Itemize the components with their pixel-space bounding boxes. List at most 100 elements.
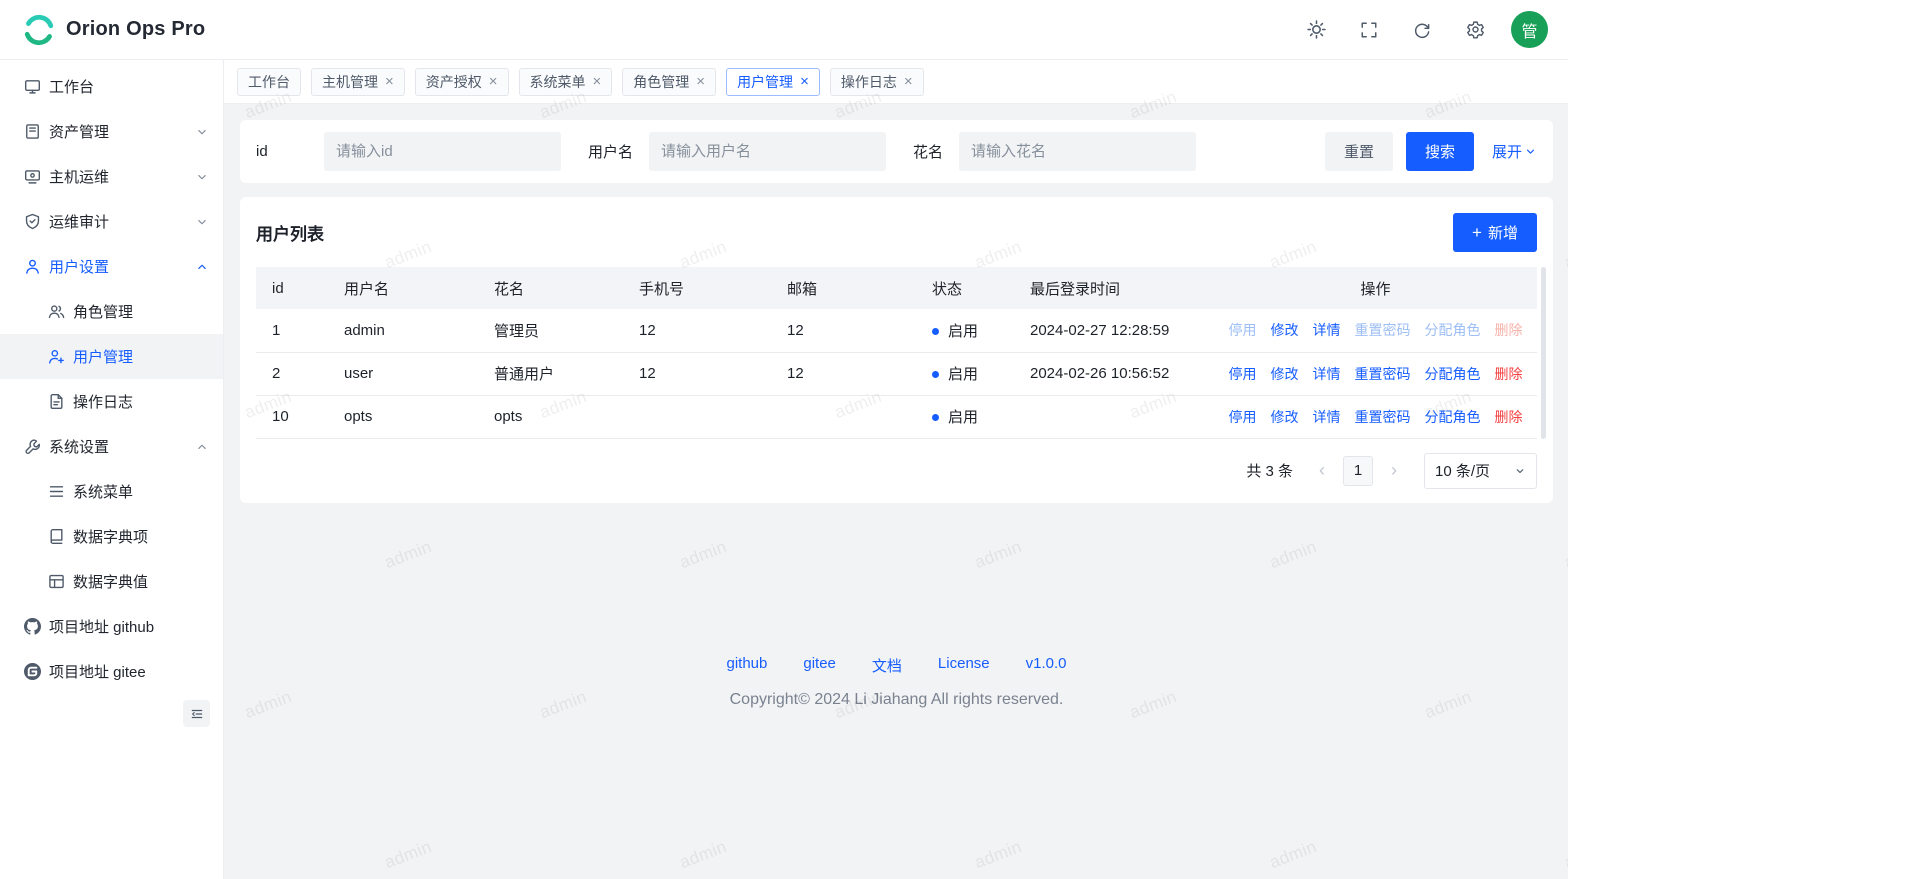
reset-button[interactable]: 重置 — [1325, 132, 1393, 171]
sidebar-item-workbench[interactable]: 工作台 — [0, 64, 223, 109]
sidebar-item-operation-log[interactable]: 操作日志 — [0, 379, 223, 424]
column-header-email: 邮箱 — [771, 267, 916, 309]
footer-link-gitee[interactable]: gitee — [803, 655, 836, 676]
cell-nickname: 管理员 — [478, 309, 623, 352]
sidebar-collapse-button[interactable] — [183, 700, 210, 727]
sidebar-item-role-management[interactable]: 角色管理 — [0, 289, 223, 334]
theme-toggle-button[interactable] — [1299, 13, 1333, 47]
nickname-input[interactable] — [959, 132, 1196, 171]
sidebar-item-user-management[interactable]: 用户管理 — [0, 334, 223, 379]
status-dot — [932, 328, 939, 335]
close-icon[interactable]: × — [696, 74, 705, 89]
chevron-up-icon — [195, 440, 209, 454]
sidebar-item-dict-keys[interactable]: 数据字典项 — [0, 514, 223, 559]
chevron-down-icon — [195, 215, 209, 229]
app-title: Orion Ops Pro — [66, 18, 205, 41]
nickname-field: 花名 — [913, 132, 1196, 171]
refresh-button[interactable] — [1405, 13, 1439, 47]
action-delete-link: 删除 — [1495, 322, 1523, 338]
sun-icon — [1307, 20, 1326, 39]
sidebar-item-gitee[interactable]: 项目地址 gitee — [0, 649, 223, 694]
sidebar-item-user-settings[interactable]: 用户设置 — [0, 244, 223, 289]
cell-id: 10 — [256, 395, 328, 438]
column-header-actions: 操作 — [1214, 267, 1537, 309]
action-delete-link[interactable]: 删除 — [1495, 409, 1523, 425]
tab-operation-log[interactable]: 操作日志 × — [830, 68, 924, 96]
search-filter-card: id 用户名 花名 重置 搜索 展开 — [240, 120, 1553, 183]
action-edit-link[interactable]: 修改 — [1271, 322, 1299, 338]
tab-label: 角色管理 — [633, 72, 689, 92]
action-assign-role-link[interactable]: 分配角色 — [1425, 366, 1481, 382]
plus-icon: + — [1472, 224, 1482, 241]
username-input[interactable] — [649, 132, 886, 171]
cell-nickname: opts — [478, 395, 623, 438]
close-icon[interactable]: × — [800, 74, 809, 89]
tab-workbench[interactable]: 工作台 — [237, 68, 301, 96]
action-disable-link[interactable]: 停用 — [1229, 366, 1257, 382]
sidebar-item-label: 系统设置 — [49, 436, 187, 457]
cell-username: admin — [328, 309, 478, 352]
sidebar-item-label: 数据字典值 — [73, 571, 209, 592]
close-icon[interactable]: × — [489, 74, 498, 89]
footer-link-version[interactable]: v1.0.0 — [1026, 655, 1067, 676]
action-edit-link[interactable]: 修改 — [1271, 409, 1299, 425]
close-icon[interactable]: × — [904, 74, 913, 89]
table-scrollbar[interactable] — [1541, 267, 1546, 439]
sidebar-item-asset-management[interactable]: 资产管理 — [0, 109, 223, 154]
host-monitor-icon — [24, 168, 41, 185]
book-icon — [48, 528, 65, 545]
table-row: 10 opts opts 启用 — [256, 395, 1537, 438]
sidebar-item-dict-values[interactable]: 数据字典值 — [0, 559, 223, 604]
chevron-down-icon — [1514, 465, 1526, 477]
app-logo-icon — [22, 13, 56, 47]
sidebar-item-github[interactable]: 项目地址 github — [0, 604, 223, 649]
settings-button[interactable] — [1458, 13, 1492, 47]
footer-link-license[interactable]: License — [938, 655, 990, 676]
action-reset-password-link[interactable]: 重置密码 — [1355, 366, 1411, 382]
chevron-up-icon — [195, 260, 209, 274]
user-avatar[interactable]: 管 — [1511, 11, 1548, 48]
status-badge: 启用 — [948, 366, 978, 383]
table-wrapper: id 用户名 花名 手机号 邮箱 状态 最后登录时间 操作 — [256, 267, 1537, 439]
id-input[interactable] — [324, 132, 561, 171]
tab-system-menu[interactable]: 系统菜单 × — [519, 68, 613, 96]
action-edit-link[interactable]: 修改 — [1271, 366, 1299, 382]
action-assign-role-link[interactable]: 分配角色 — [1425, 409, 1481, 425]
cell-last-login: 2024-02-27 12:28:59 — [1014, 309, 1214, 352]
action-reset-password-link: 重置密码 — [1355, 322, 1411, 338]
close-icon[interactable]: × — [385, 74, 394, 89]
pagination-total: 共 3 条 — [1246, 460, 1293, 481]
footer-link-docs[interactable]: 文档 — [872, 655, 902, 676]
close-icon[interactable]: × — [593, 74, 602, 89]
expand-toggle[interactable]: 展开 — [1492, 141, 1537, 162]
sidebar-item-system-menu[interactable]: 系统菜单 — [0, 469, 223, 514]
pagination-prev-button: ‹ — [1309, 456, 1335, 486]
cell-mobile: 12 — [623, 309, 771, 352]
logo-area: Orion Ops Pro — [22, 13, 205, 47]
action-detail-link[interactable]: 详情 — [1313, 366, 1341, 382]
table-row: 1 admin 管理员 12 12 启用 2024-02-27 12:28:59 — [256, 309, 1537, 352]
tab-host-management[interactable]: 主机管理 × — [311, 68, 405, 96]
sidebar-item-system-settings[interactable]: 系统设置 — [0, 424, 223, 469]
id-field-label: id — [256, 143, 308, 160]
tab-label: 资产授权 — [426, 72, 482, 92]
pagination-page-1[interactable]: 1 — [1343, 456, 1373, 486]
action-delete-link[interactable]: 删除 — [1495, 366, 1523, 382]
page-size-select[interactable]: 10 条/页 — [1424, 453, 1537, 489]
sidebar-item-host-ops[interactable]: 主机运维 — [0, 154, 223, 199]
action-detail-link[interactable]: 详情 — [1313, 322, 1341, 338]
sidebar-item-ops-audit[interactable]: 运维审计 — [0, 199, 223, 244]
footer-link-github[interactable]: github — [727, 655, 768, 676]
tab-user-management[interactable]: 用户管理 × — [726, 68, 820, 96]
tab-role-management[interactable]: 角色管理 × — [622, 68, 716, 96]
action-detail-link[interactable]: 详情 — [1313, 409, 1341, 425]
pagination: 共 3 条 ‹ 1 › 10 条/页 — [256, 453, 1537, 489]
action-reset-password-link[interactable]: 重置密码 — [1355, 409, 1411, 425]
content-area: id 用户名 花名 重置 搜索 展开 — [224, 104, 1568, 879]
action-disable-link[interactable]: 停用 — [1229, 409, 1257, 425]
header-actions: 管 — [1299, 11, 1548, 48]
fullscreen-button[interactable] — [1352, 13, 1386, 47]
add-user-button[interactable]: + 新增 — [1453, 213, 1537, 252]
tab-asset-authorization[interactable]: 资产授权 × — [415, 68, 509, 96]
search-button[interactable]: 搜索 — [1406, 132, 1474, 171]
